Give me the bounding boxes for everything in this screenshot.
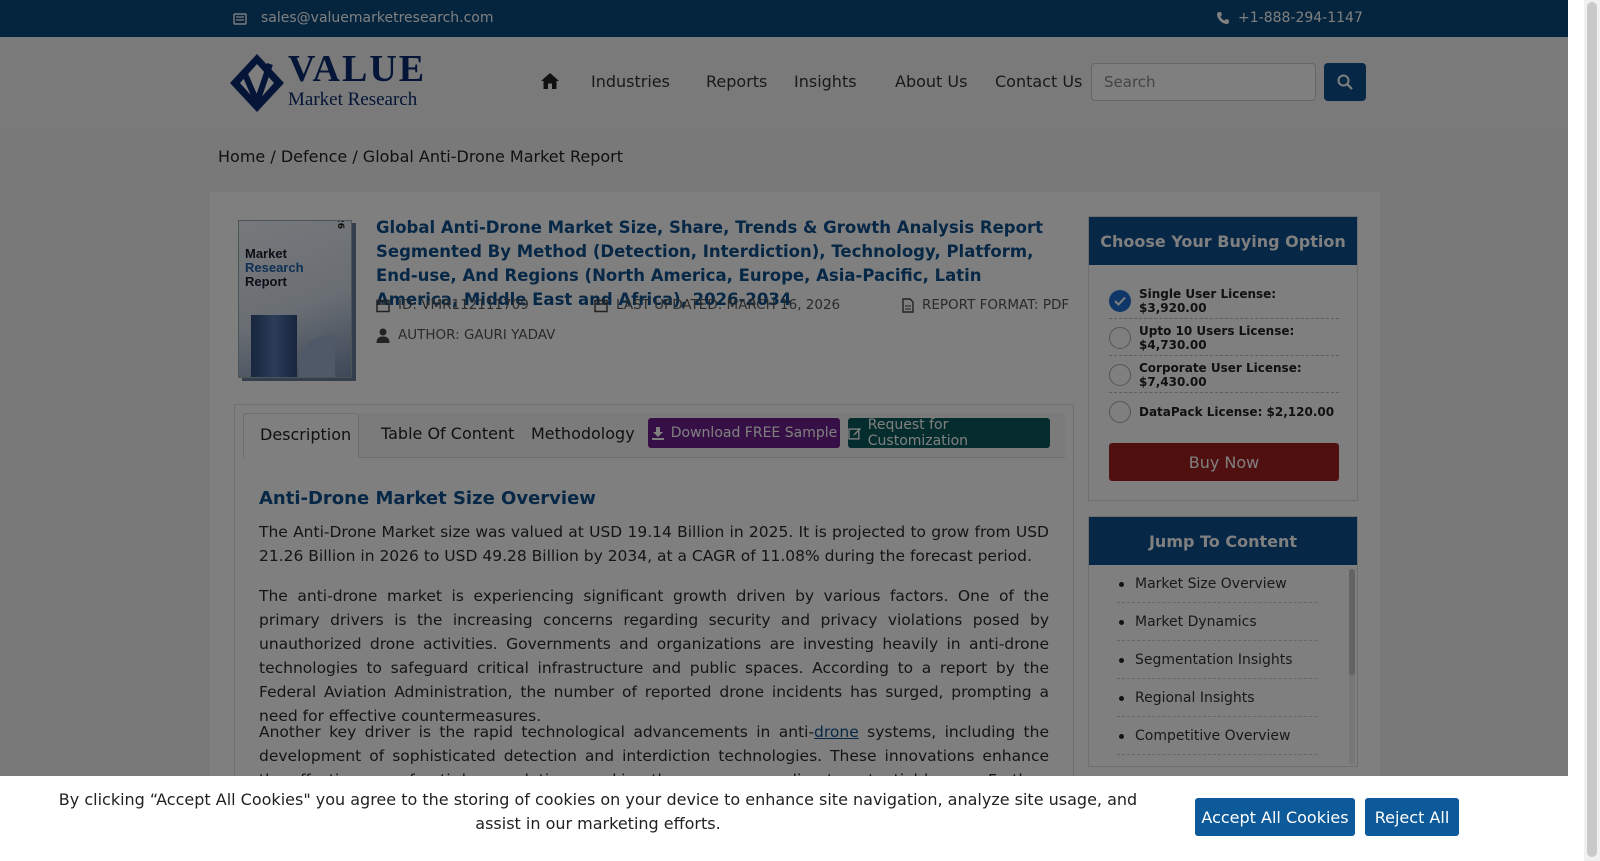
reject-all-button[interactable]: Reject All	[1365, 798, 1459, 836]
accept-all-cookies-button[interactable]: Accept All Cookies	[1195, 798, 1355, 836]
scrollbar-thumb[interactable]	[1587, 2, 1597, 857]
modal-overlay	[0, 0, 1568, 861]
cookie-message: By clicking “Accept All Cookies" you agr…	[58, 790, 1138, 833]
cookie-banner: By clicking “Accept All Cookies" you agr…	[0, 776, 1584, 861]
page-scrollbar[interactable]	[1584, 0, 1600, 861]
